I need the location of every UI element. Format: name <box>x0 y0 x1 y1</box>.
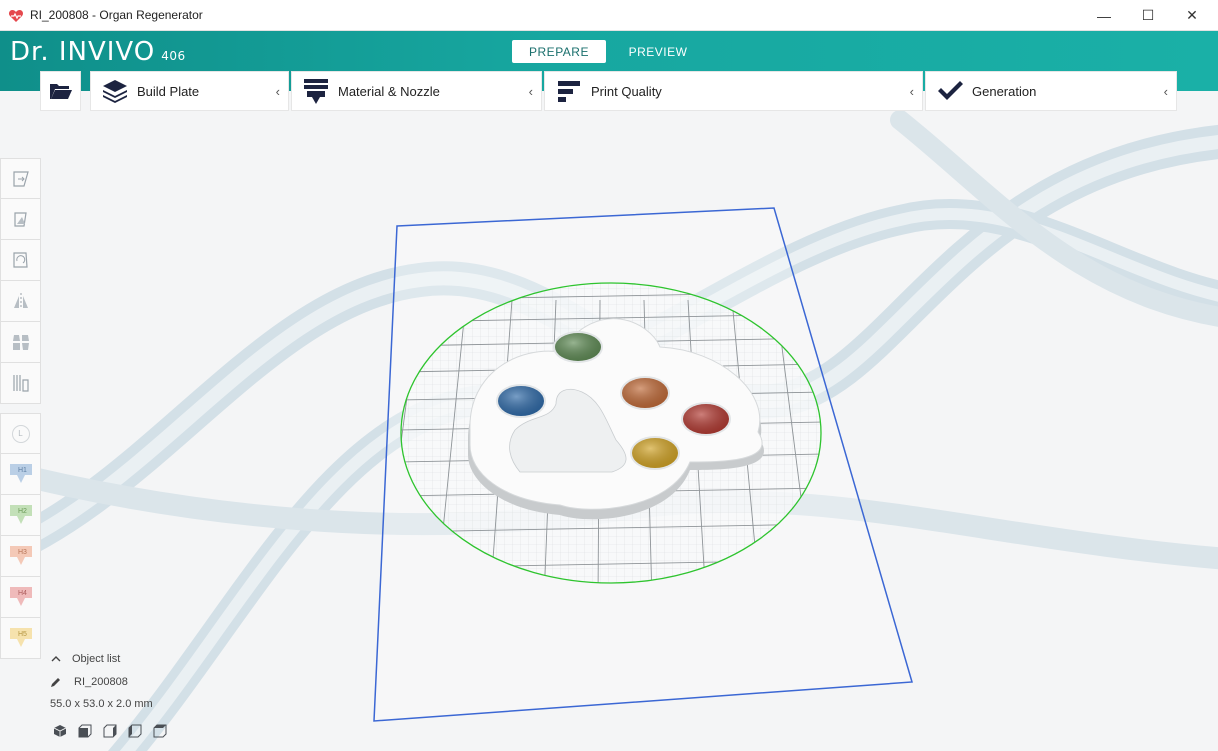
head-2-button[interactable]: H2 <box>0 495 41 536</box>
tab-preview[interactable]: PREVIEW <box>620 40 696 63</box>
pencil-icon <box>51 678 60 687</box>
scale-icon <box>13 212 27 227</box>
head-3-label: H3 <box>18 549 27 556</box>
object-list-toggle[interactable]: Object list <box>50 653 120 665</box>
mirror-icon <box>13 293 28 309</box>
view-iso-icon[interactable] <box>53 724 67 738</box>
generation-button[interactable]: Generation ‹ <box>925 71 1177 111</box>
3d-viewport[interactable] <box>0 111 1218 751</box>
object-list-label: Object list <box>72 653 121 665</box>
well-green <box>553 331 603 363</box>
scene-canvas[interactable] <box>0 111 1218 751</box>
well-red <box>681 402 731 436</box>
printhead-4-icon: H4 <box>9 587 32 606</box>
heart-app-icon <box>8 10 24 22</box>
printhead-1-icon: H1 <box>9 464 32 483</box>
nozzle-icon <box>304 79 328 104</box>
view-top-icon[interactable] <box>153 724 167 738</box>
tab-prepare[interactable]: PREPARE <box>512 40 606 63</box>
printhead-3-icon: H3 <box>9 546 32 565</box>
maximize-button[interactable]: ☐ <box>1126 0 1170 31</box>
scale-tool-button[interactable] <box>0 199 41 240</box>
multiply-tool-button[interactable] <box>0 322 41 363</box>
view-front-icon[interactable] <box>78 724 92 738</box>
quality-bars-icon <box>558 81 580 102</box>
head-4-button[interactable]: H4 <box>0 577 41 618</box>
rotate-icon <box>12 252 28 268</box>
head-3-button[interactable]: H3 <box>0 536 41 577</box>
object-name: RI_200808 <box>74 676 128 688</box>
head-4-label: H4 <box>18 590 27 597</box>
print-quality-label: Print Quality <box>591 83 662 99</box>
build-plate-button[interactable]: Build Plate ‹ <box>90 71 289 111</box>
printhead-5-icon: H5 <box>9 628 32 647</box>
window-title: RI_200808 - Organ Regenerator <box>30 8 203 22</box>
well-orange <box>620 376 670 410</box>
minimize-button[interactable]: — <box>1082 0 1126 31</box>
checkmark-icon <box>938 81 963 100</box>
tool-sidebar: L H1 H2 H3 H4 H5 <box>0 158 41 659</box>
logo-version: 406 <box>161 49 186 63</box>
chevron-left-icon: ‹ <box>909 84 914 99</box>
object-row[interactable]: RI_200808 <box>50 676 128 688</box>
head-1-label: H1 <box>18 467 27 474</box>
head-5-button[interactable]: H5 <box>0 618 41 659</box>
chevron-left-icon: ‹ <box>275 84 280 99</box>
printhead-2-icon: H2 <box>9 505 32 524</box>
chevron-left-icon: ‹ <box>1163 84 1168 99</box>
close-button[interactable]: ✕ <box>1170 0 1214 31</box>
chevron-up-icon <box>51 656 61 662</box>
move-tool-button[interactable] <box>0 158 41 199</box>
chevron-left-icon: ‹ <box>528 84 533 99</box>
head-1-button[interactable]: H1 <box>0 454 41 495</box>
rotate-tool-button[interactable] <box>0 240 41 281</box>
layers-icon <box>103 80 127 103</box>
head-2-label: H2 <box>18 508 27 515</box>
material-nozzle-button[interactable]: Material & Nozzle ‹ <box>291 71 542 111</box>
move-icon <box>12 170 29 187</box>
head-5-label: H5 <box>18 631 27 638</box>
multiply-icon <box>12 335 29 350</box>
open-file-button[interactable] <box>40 71 81 111</box>
generation-label: Generation <box>972 83 1037 99</box>
layer-badge: L <box>11 424 30 443</box>
object-dimensions: 55.0 x 53.0 x 2.0 mm <box>50 698 153 710</box>
print-quality-button[interactable]: Print Quality ‹ <box>544 71 923 111</box>
view-side-icon[interactable] <box>103 724 117 738</box>
material-nozzle-label: Material & Nozzle <box>338 83 440 99</box>
layer-button[interactable]: L <box>0 413 41 454</box>
view-left-icon[interactable] <box>128 724 142 738</box>
app-logo: Dr. INVIVO 406 <box>10 37 186 67</box>
window-titlebar: RI_200808 - Organ Regenerator — ☐ ✕ <box>0 0 1218 31</box>
build-plate-label: Build Plate <box>137 83 200 99</box>
well-yellow <box>630 436 680 470</box>
well-blue <box>496 384 546 418</box>
logo-text: Dr. INVIVO <box>10 37 156 67</box>
folder-open-icon <box>49 84 72 99</box>
mirror-tool-button[interactable] <box>0 281 41 322</box>
support-tool-button[interactable] <box>0 363 41 404</box>
support-icon <box>12 375 29 392</box>
